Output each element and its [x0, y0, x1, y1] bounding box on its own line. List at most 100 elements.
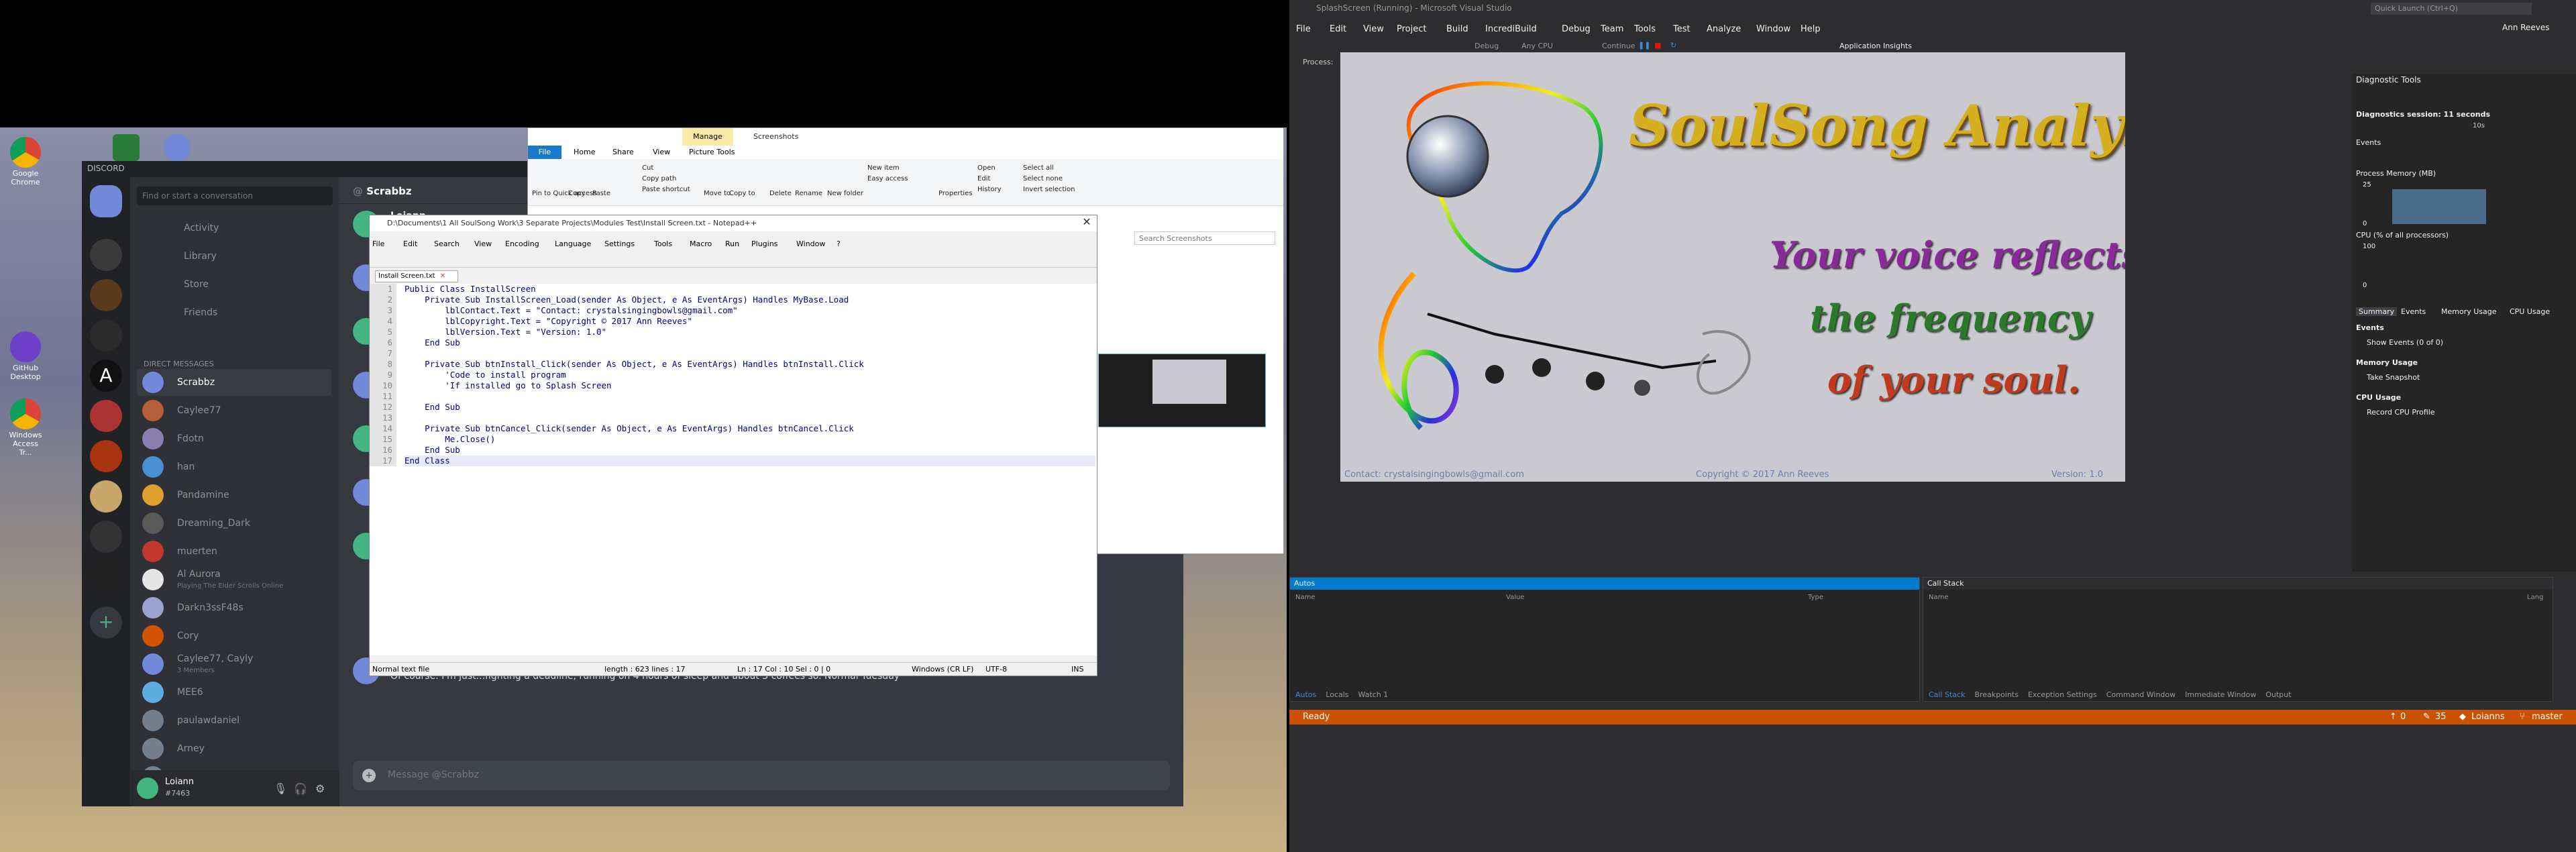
panel-tab[interactable]: Watch 1	[1358, 690, 1389, 699]
menu-item[interactable]: Run	[725, 239, 739, 248]
ribbon-button[interactable]: Paste	[592, 190, 610, 197]
menu-item[interactable]: Plugins	[751, 239, 777, 248]
platform-select[interactable]: Any CPU	[1521, 42, 1553, 50]
ribbon-button[interactable]: Paste shortcut	[642, 186, 690, 193]
ribbon-button[interactable]: Copy path	[642, 175, 676, 182]
menu-item[interactable]: IncrediBuild	[1485, 24, 1537, 34]
menu-item[interactable]: Edit	[1330, 24, 1346, 34]
diag-tab[interactable]: Summary	[2356, 307, 2398, 316]
menu-item[interactable]: Tools	[1634, 24, 1656, 34]
section-action[interactable]: Take Snapshot	[2367, 373, 2420, 382]
app-insights-button[interactable]: Application Insights	[1839, 42, 1912, 50]
stop-icon[interactable]: ■	[1654, 41, 1661, 50]
status-branch[interactable]: master	[2532, 712, 2563, 722]
ribbon-button[interactable]: Move to	[704, 190, 731, 197]
plus-icon[interactable]: +	[362, 769, 376, 782]
server-icon[interactable]	[90, 440, 122, 472]
code-editor[interactable]: 1 Public Class InstallScreen 2 Private Sub…	[370, 284, 1097, 655]
menu-item[interactable]: Window	[1756, 24, 1790, 34]
nav-friends[interactable]: Friends	[144, 299, 338, 326]
dm-item[interactable]: muerten	[137, 538, 331, 565]
gear-icon[interactable]: ⚙	[315, 782, 325, 795]
mic-icon[interactable]: 🎙	[274, 782, 287, 795]
menu-item[interactable]: Language	[555, 239, 591, 248]
desktop-icon-chrome[interactable]: Google Chrome	[5, 137, 46, 187]
headphones-icon[interactable]: 🎧	[294, 782, 307, 795]
ribbon-button[interactable]: Rename	[795, 190, 822, 197]
menu-item[interactable]: File	[1296, 24, 1311, 34]
dm-item[interactable]: Darkn3ssF48s	[137, 594, 331, 621]
dm-item[interactable]: Scrabbz	[137, 369, 331, 396]
menu-item[interactable]: Test	[1673, 24, 1690, 34]
nav-activity[interactable]: Activity	[144, 215, 338, 242]
ribbon-button[interactable]: Properties	[938, 190, 973, 197]
menu-item[interactable]: File	[372, 239, 384, 248]
dm-item[interactable]: paulawdaniel	[137, 707, 331, 734]
tab-picture-tools[interactable]: Picture Tools	[689, 148, 735, 156]
server-icon[interactable]	[90, 319, 122, 352]
menu-item[interactable]: Build	[1446, 24, 1468, 34]
message-input[interactable]: Message @Scrabbz	[353, 761, 1170, 790]
status-up-count[interactable]: 0	[2400, 712, 2406, 722]
status-edits[interactable]: 35	[2435, 712, 2447, 722]
panel-tab[interactable]: Call Stack	[1929, 690, 1965, 699]
home-button[interactable]	[90, 185, 122, 217]
panel-tab[interactable]: Exception Settings	[2028, 690, 2097, 699]
ribbon-button[interactable]: New item	[867, 164, 900, 172]
server-icon[interactable]	[90, 480, 122, 513]
ribbon-button[interactable]: Edit	[977, 175, 990, 182]
menu-item[interactable]: Window	[796, 239, 825, 248]
menu-item[interactable]: Project	[1397, 24, 1426, 34]
close-icon[interactable]: ✕	[440, 272, 445, 280]
server-icon[interactable]	[90, 521, 122, 553]
ribbon-button[interactable]: Invert selection	[1023, 186, 1075, 193]
panel-tab[interactable]: Output	[2265, 690, 2291, 699]
ribbon-button[interactable]: Select all	[1023, 164, 1054, 172]
config-select[interactable]: Debug	[1474, 42, 1499, 50]
ribbon-button[interactable]: Copy to	[729, 190, 755, 197]
file-tab[interactable]: Install Screen.txt ✕	[375, 270, 458, 282]
menu-item[interactable]: Macro	[690, 239, 712, 248]
manage-tab[interactable]: Manage	[682, 128, 733, 146]
ribbon-button[interactable]: New folder	[827, 190, 863, 197]
server-icon[interactable]	[90, 561, 122, 593]
dm-item[interactable]: Fdotn	[137, 425, 331, 452]
menu-item[interactable]: Tools	[654, 239, 672, 248]
app-icon[interactable]	[113, 134, 140, 161]
menu-item[interactable]: ?	[837, 239, 841, 248]
dm-item[interactable]: Caylee77	[137, 397, 331, 424]
user-name[interactable]: Ann Reeves	[2502, 23, 2550, 32]
menu-item[interactable]: Edit	[403, 239, 417, 248]
dm-item[interactable]: han	[137, 454, 331, 480]
quick-launch-input[interactable]: Quick Launch (Ctrl+Q)	[2371, 3, 2532, 15]
add-server-icon[interactable]: +	[90, 606, 122, 639]
diag-tab[interactable]: Events	[2401, 307, 2426, 316]
menu-item[interactable]: Help	[1801, 24, 1821, 34]
ribbon-button[interactable]: Copy	[568, 190, 585, 197]
ribbon-button[interactable]: History	[977, 186, 1002, 193]
panel-tab[interactable]: Autos	[1295, 690, 1316, 699]
discord-icon[interactable]	[164, 134, 191, 161]
ribbon-button[interactable]: Cut	[642, 164, 653, 172]
continue-button[interactable]: Continue	[1602, 42, 1635, 50]
pause-icon[interactable]: ❚❚	[1638, 41, 1650, 50]
menu-item[interactable]: View	[474, 239, 492, 248]
server-icon[interactable]	[90, 400, 122, 432]
status-repo[interactable]: Loianns	[2471, 712, 2505, 722]
server-icon[interactable]	[90, 279, 122, 311]
panel-tab[interactable]: Locals	[1326, 690, 1348, 699]
server-icon[interactable]: A	[90, 360, 122, 392]
restart-icon[interactable]: ↻	[1670, 41, 1676, 50]
nav-library[interactable]: Library	[144, 243, 338, 270]
dm-item[interactable]: Pandamine	[137, 482, 331, 509]
panel-tab[interactable]: Command Window	[2106, 690, 2176, 699]
menu-item[interactable]: Settings	[604, 239, 635, 248]
menu-item[interactable]: Search	[434, 239, 460, 248]
tab-home[interactable]: Home	[574, 148, 595, 156]
search-input[interactable]: Find or start a conversation	[137, 187, 333, 205]
ribbon-button[interactable]: Pin to Quick access	[532, 190, 596, 197]
ribbon-button[interactable]: Delete	[769, 190, 792, 197]
tab-view[interactable]: View	[653, 148, 670, 156]
dm-item[interactable]: Arney	[137, 735, 331, 762]
nav-store[interactable]: Store	[144, 271, 338, 298]
